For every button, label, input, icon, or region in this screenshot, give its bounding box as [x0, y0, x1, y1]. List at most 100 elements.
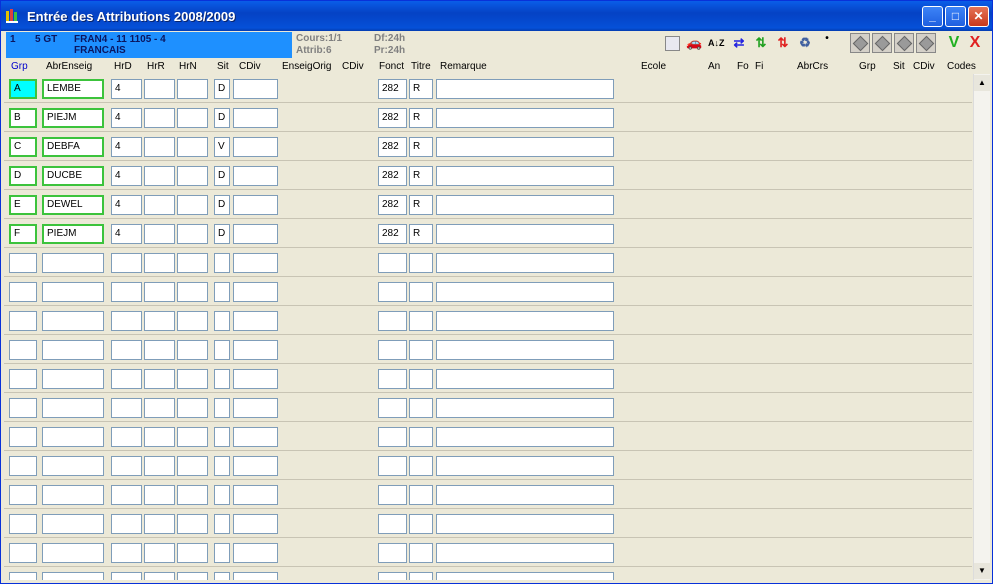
cell-sit[interactable]: V: [214, 137, 230, 157]
scroll-down-arrow-icon[interactable]: ▼: [974, 563, 990, 579]
cell-fonct[interactable]: 282: [378, 166, 407, 186]
cell-hrd[interactable]: [111, 282, 142, 302]
confirm-icon[interactable]: V: [946, 35, 962, 51]
cell-sit[interactable]: [214, 427, 230, 447]
cell-cdiv[interactable]: [233, 311, 278, 331]
cell-hrd[interactable]: 4: [111, 166, 142, 186]
cell-cdiv[interactable]: [233, 543, 278, 563]
cell-hrd[interactable]: [111, 398, 142, 418]
cell-fonct[interactable]: [378, 311, 407, 331]
grid-icon[interactable]: [665, 36, 680, 51]
cell-grp[interactable]: [9, 369, 37, 389]
cell-abr[interactable]: PIEJM: [42, 108, 104, 128]
cell-rem[interactable]: [436, 572, 614, 580]
cell-titre[interactable]: [409, 485, 433, 505]
cell-grp[interactable]: [9, 485, 37, 505]
cell-grp[interactable]: B: [9, 108, 37, 128]
cell-rem[interactable]: [436, 166, 614, 186]
cell-abr[interactable]: [42, 485, 104, 505]
cell-cdiv[interactable]: [233, 195, 278, 215]
cell-rem[interactable]: [436, 137, 614, 157]
cell-abr[interactable]: [42, 369, 104, 389]
cell-grp[interactable]: [9, 456, 37, 476]
cell-fonct[interactable]: [378, 543, 407, 563]
cell-grp[interactable]: [9, 514, 37, 534]
cell-hrr[interactable]: [144, 166, 175, 186]
cell-sit[interactable]: [214, 311, 230, 331]
cell-hrr[interactable]: [144, 137, 175, 157]
sort-az-icon[interactable]: A↓Z: [708, 35, 725, 51]
cell-grp[interactable]: C: [9, 137, 37, 157]
cell-titre[interactable]: [409, 572, 433, 580]
cell-fonct[interactable]: 282: [378, 79, 407, 99]
cell-cdiv[interactable]: [233, 340, 278, 360]
cell-hrn[interactable]: [177, 253, 208, 273]
car-icon[interactable]: 🚗: [686, 35, 702, 51]
close-button[interactable]: ✕: [968, 6, 989, 27]
cell-grp[interactable]: [9, 572, 37, 580]
cell-rem[interactable]: [436, 224, 614, 244]
cell-grp[interactable]: D: [9, 166, 37, 186]
cell-titre[interactable]: R: [409, 137, 433, 157]
cell-cdiv[interactable]: [233, 224, 278, 244]
cell-grp[interactable]: [9, 282, 37, 302]
cell-grp[interactable]: [9, 543, 37, 563]
cell-hrr[interactable]: [144, 224, 175, 244]
cell-titre[interactable]: [409, 253, 433, 273]
cell-titre[interactable]: [409, 456, 433, 476]
cell-hrd[interactable]: 4: [111, 79, 142, 99]
cancel-icon[interactable]: X: [967, 35, 983, 51]
cell-cdiv[interactable]: [233, 166, 278, 186]
cell-rem[interactable]: [436, 311, 614, 331]
cell-rem[interactable]: [436, 543, 614, 563]
cell-hrn[interactable]: [177, 137, 208, 157]
cell-hrd[interactable]: [111, 369, 142, 389]
cell-cdiv[interactable]: [233, 456, 278, 476]
cell-cdiv[interactable]: [233, 253, 278, 273]
cell-hrd[interactable]: [111, 514, 142, 534]
cell-hrr[interactable]: [144, 369, 175, 389]
cell-sit[interactable]: D: [214, 195, 230, 215]
cell-rem[interactable]: [436, 514, 614, 534]
nav-next-button[interactable]: [894, 33, 914, 53]
cell-hrn[interactable]: [177, 311, 208, 331]
cell-hrd[interactable]: 4: [111, 195, 142, 215]
cell-rem[interactable]: [436, 79, 614, 99]
cell-hrd[interactable]: 4: [111, 137, 142, 157]
cell-fonct[interactable]: [378, 572, 407, 580]
cell-fonct[interactable]: 282: [378, 224, 407, 244]
cell-hrr[interactable]: [144, 485, 175, 505]
cell-rem[interactable]: [436, 195, 614, 215]
cell-hrn[interactable]: [177, 572, 208, 580]
cell-hrd[interactable]: [111, 340, 142, 360]
cell-abr[interactable]: DEWEL: [42, 195, 104, 215]
cell-abr[interactable]: [42, 456, 104, 476]
cell-hrd[interactable]: 4: [111, 224, 142, 244]
cell-grp[interactable]: [9, 311, 37, 331]
cell-fonct[interactable]: [378, 369, 407, 389]
cell-fonct[interactable]: [378, 282, 407, 302]
cell-hrn[interactable]: [177, 224, 208, 244]
cell-sit[interactable]: [214, 572, 230, 580]
cell-hrr[interactable]: [144, 340, 175, 360]
cell-hrn[interactable]: [177, 195, 208, 215]
cell-cdiv[interactable]: [233, 79, 278, 99]
cell-cdiv[interactable]: [233, 369, 278, 389]
cell-hrn[interactable]: [177, 282, 208, 302]
cell-titre[interactable]: [409, 427, 433, 447]
cell-fonct[interactable]: [378, 456, 407, 476]
cell-sit[interactable]: [214, 514, 230, 534]
cell-hrr[interactable]: [144, 398, 175, 418]
cell-sit[interactable]: D: [214, 224, 230, 244]
cell-hrr[interactable]: [144, 456, 175, 476]
cell-hrr[interactable]: [144, 543, 175, 563]
nav-prev-button[interactable]: [872, 33, 892, 53]
cell-abr[interactable]: [42, 427, 104, 447]
cell-hrd[interactable]: 4: [111, 108, 142, 128]
cell-hrd[interactable]: [111, 456, 142, 476]
cell-titre[interactable]: [409, 369, 433, 389]
cell-hrn[interactable]: [177, 485, 208, 505]
cell-sit[interactable]: D: [214, 166, 230, 186]
cell-abr[interactable]: [42, 311, 104, 331]
cell-cdiv[interactable]: [233, 137, 278, 157]
